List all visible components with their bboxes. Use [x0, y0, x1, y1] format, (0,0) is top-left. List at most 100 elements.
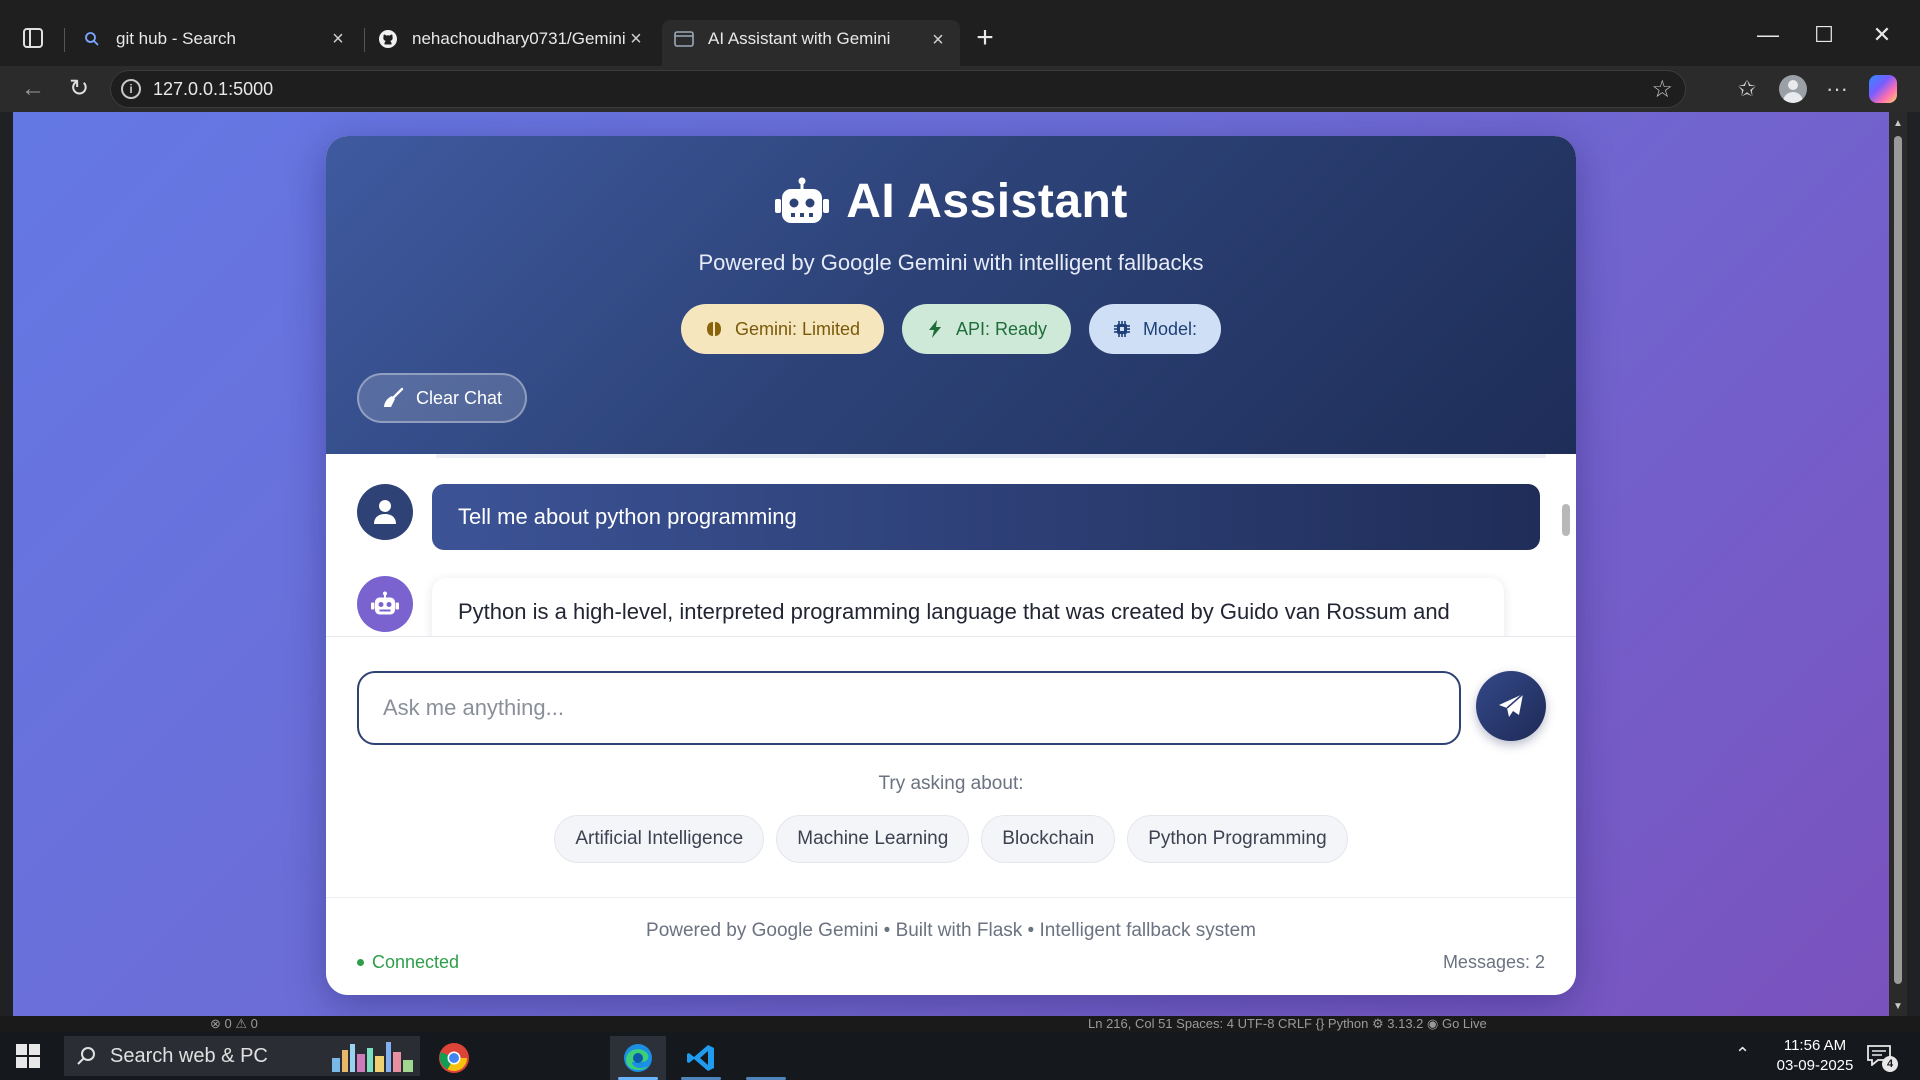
brain-icon	[705, 320, 723, 338]
connection-status: Connected	[357, 952, 459, 973]
page-subtitle: Powered by Google Gemini with intelligen…	[698, 250, 1204, 275]
minimize-button[interactable]: —	[1748, 22, 1788, 48]
favorites-icon: ✩	[1737, 76, 1757, 101]
favorites-button[interactable]: ✩	[1730, 72, 1764, 106]
chat-card: AI Assistant Powered by Google Gemini wi…	[326, 136, 1576, 995]
robot-icon	[371, 591, 399, 615]
chip-icon	[1113, 320, 1131, 338]
taskbar-search-label: Search web & PC	[110, 1044, 268, 1067]
api-status-text: API: Ready	[955, 318, 1048, 339]
more-options-button[interactable]: ···	[1820, 72, 1854, 106]
tab-close-icon[interactable]: ×	[328, 28, 348, 51]
pinned-app-slot[interactable]	[738, 1036, 794, 1080]
tab-github-repo[interactable]: nehachoudhary0731/Gemini-Ai-A ×	[366, 20, 658, 58]
clear-chat-label: Clear Chat	[415, 387, 503, 408]
tab-git-hub-search[interactable]: git hub - Search ×	[70, 20, 360, 58]
notification-count-badge: 4	[1882, 1056, 1898, 1072]
suggestion-chip[interactable]: Python Programming	[1127, 815, 1348, 863]
address-bar[interactable]: i 127.0.0.1:5000 ☆	[110, 70, 1686, 108]
reload-icon: ↻	[68, 75, 90, 102]
suggestions-label: Try asking about:	[878, 773, 1024, 794]
clock-time: 11:56 AM	[1783, 1037, 1847, 1054]
tab-label: git hub - Search	[116, 29, 237, 48]
close-window-button[interactable]: ✕	[1862, 22, 1902, 48]
suggestion-chip[interactable]: Machine Learning	[776, 815, 970, 863]
maximize-button[interactable]: ☐	[1804, 22, 1844, 48]
tab-label: AI Assistant with Gemini	[708, 29, 891, 48]
taskbar: Search web & PC ⌃ 11:56 AM 03-09-2025 4	[0, 1032, 1920, 1080]
api-status-badge: API: Ready	[901, 304, 1072, 354]
tab-close-icon[interactable]: ×	[928, 29, 948, 52]
composer: Try asking about: Artificial Intelligenc…	[326, 636, 1576, 897]
page-icon	[674, 29, 694, 49]
browser-toolbar: ← ↻ i 127.0.0.1:5000 ☆ ✩ ···	[0, 66, 1920, 112]
footer-credits: Powered by Google Gemini • Built with Fl…	[646, 920, 1256, 941]
model-status-badge: Model:	[1089, 304, 1222, 354]
user-message-text: Tell me about python programming	[458, 504, 797, 529]
paper-plane-icon	[1499, 693, 1524, 717]
profile-avatar-icon	[1779, 75, 1807, 103]
bolt-icon	[926, 320, 944, 338]
tab-separator	[64, 28, 65, 52]
suggestion-chip[interactable]: Blockchain	[981, 815, 1116, 863]
tab-separator	[364, 28, 365, 52]
edge-icon	[624, 1044, 652, 1072]
start-button[interactable]	[16, 1044, 40, 1068]
tab-bar: git hub - Search × nehachoudhary0731/Gem…	[0, 0, 1920, 76]
user-avatar	[357, 484, 413, 540]
system-clock[interactable]: 11:56 AM 03-09-2025	[1760, 1036, 1870, 1076]
profile-button[interactable]	[1776, 72, 1810, 106]
page-title: AI Assistant	[846, 175, 1128, 228]
page-scrollbar[interactable]: ▲ ▼	[1889, 112, 1907, 1016]
back-button[interactable]: ←	[16, 72, 50, 106]
bot-message: Python is a high-level, interpreted prog…	[432, 578, 1504, 636]
status-pills: Gemini: Limited API: Ready Model:	[326, 304, 1576, 354]
tab-label: nehachoudhary0731/Gemini-Ai-A	[412, 29, 626, 48]
vscode-status-items[interactable]: Ln 216, Col 51 Spaces: 4 UTF-8 CRLF {} P…	[1088, 1016, 1487, 1032]
plus-icon: +	[976, 21, 994, 54]
chat-header: AI Assistant Powered by Google Gemini wi…	[326, 136, 1576, 454]
github-icon	[378, 29, 398, 49]
edge-taskbar-button[interactable]	[610, 1036, 666, 1080]
vscode-icon	[687, 1045, 714, 1071]
suggestion-chip[interactable]: Artificial Intelligence	[554, 815, 765, 863]
new-tab-button[interactable]: +	[970, 21, 1000, 54]
chat-scrollbar[interactable]	[1562, 504, 1570, 536]
chrome-icon	[439, 1043, 469, 1073]
site-info-icon[interactable]: i	[121, 79, 141, 99]
vscode-taskbar-button[interactable]	[673, 1036, 729, 1080]
suggestion-chips: Artificial Intelligence Machine Learning…	[326, 815, 1576, 863]
scroll-up-icon[interactable]: ▲	[1893, 118, 1903, 129]
page-viewport: AI Assistant Powered by Google Gemini wi…	[13, 112, 1889, 1016]
scroll-down-icon[interactable]: ▼	[1893, 1001, 1903, 1012]
user-message: Tell me about python programming	[432, 484, 1540, 550]
show-hidden-icons-button[interactable]: ⌃	[1735, 1044, 1750, 1065]
clear-chat-button[interactable]: Clear Chat	[357, 373, 527, 423]
gemini-status-text: Gemini: Limited	[734, 318, 860, 339]
favorite-star-icon[interactable]: ☆	[1651, 75, 1673, 104]
bot-avatar	[357, 576, 413, 632]
tab-close-icon[interactable]: ×	[626, 28, 646, 51]
more-dots-icon: ···	[1826, 76, 1848, 101]
model-status-text: Model:	[1143, 318, 1198, 339]
chrome-taskbar-button[interactable]	[426, 1036, 482, 1080]
robot-icon	[775, 177, 830, 223]
tab-actions-button[interactable]	[20, 26, 48, 52]
url-text[interactable]: 127.0.0.1:5000	[153, 79, 273, 100]
scroll-thumb[interactable]	[1894, 136, 1902, 984]
send-button[interactable]	[1476, 671, 1546, 741]
message-input[interactable]	[357, 671, 1461, 745]
vscode-status-bar: ⊗ 0 ⚠ 0 Ln 216, Col 51 Spaces: 4 UTF-8 C…	[0, 1016, 1920, 1032]
user-icon	[374, 500, 396, 524]
title-row: AI Assistant	[326, 174, 1576, 229]
previous-message-edge	[436, 454, 1546, 458]
vscode-problems[interactable]: ⊗ 0 ⚠ 0	[210, 1016, 258, 1032]
chat-messages[interactable]: Tell me about python programming Python …	[326, 454, 1576, 636]
search-icon	[77, 1047, 95, 1065]
reload-button[interactable]: ↻	[62, 72, 96, 106]
sidebar-panel-icon	[23, 28, 43, 48]
copilot-button[interactable]	[1866, 72, 1900, 106]
copilot-icon	[1869, 75, 1897, 103]
status-dot-icon	[357, 959, 364, 966]
bot-message-text: Python is a high-level, interpreted prog…	[458, 599, 1459, 636]
